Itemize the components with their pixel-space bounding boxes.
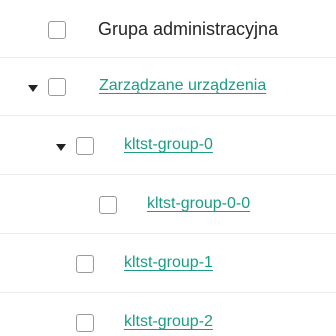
row-checkbox-root[interactable]	[48, 78, 66, 96]
tree-header-row: Grupa administracyjna	[0, 0, 336, 58]
collapse-arrow-icon[interactable]	[28, 85, 38, 92]
admin-group-tree: Grupa administracyjna Zarządzane urządze…	[0, 0, 336, 336]
select-all-checkbox[interactable]	[48, 21, 66, 39]
group-link-group-2[interactable]: kltst-group-2	[124, 313, 213, 331]
group-link-group-1[interactable]: kltst-group-1	[124, 254, 213, 272]
group-link-group-0-0[interactable]: kltst-group-0-0	[147, 195, 250, 213]
column-title: Grupa administracyjna	[98, 19, 279, 39]
tree-row-group-0[interactable]: kltst-group-0	[0, 117, 336, 175]
collapse-arrow-icon[interactable]	[56, 144, 66, 151]
tree-row-group-0-0[interactable]: kltst-group-0-0	[0, 176, 336, 234]
tree-row-group-2[interactable]: kltst-group-2	[0, 294, 336, 336]
tree-row-group-1[interactable]: kltst-group-1	[0, 235, 336, 293]
row-checkbox-group-0-0[interactable]	[99, 196, 117, 214]
row-checkbox-group-2[interactable]	[76, 314, 94, 332]
row-checkbox-group-1[interactable]	[76, 255, 94, 273]
row-checkbox-group-0[interactable]	[76, 137, 94, 155]
group-link-group-0[interactable]: kltst-group-0	[124, 136, 213, 154]
tree-row-root[interactable]: Zarządzane urządzenia	[0, 58, 336, 116]
group-link-root[interactable]: Zarządzane urządzenia	[99, 77, 266, 95]
